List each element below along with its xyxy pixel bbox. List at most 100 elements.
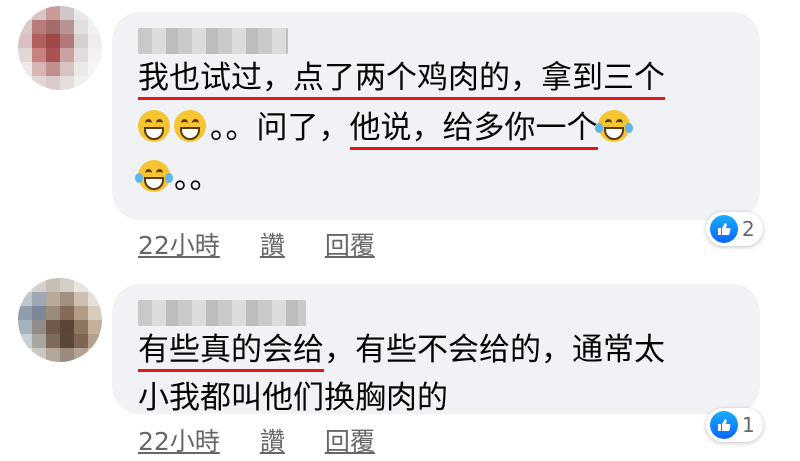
comment-text: 。。问了， [210, 110, 350, 146]
avatar-pixel [32, 320, 46, 334]
avatar-pixel [60, 292, 74, 306]
avatar-pixel [74, 278, 88, 292]
avatar-pixel [74, 20, 88, 34]
avatar-pixel [88, 334, 102, 348]
avatar-pixel [46, 48, 60, 62]
grinning-face-emoji-icon [174, 110, 206, 142]
avatar[interactable] [18, 278, 102, 362]
thumbs-up-icon [710, 411, 738, 439]
avatar-pixel [32, 20, 46, 34]
avatar-pixel [32, 76, 46, 90]
avatar-pixel [46, 62, 60, 76]
avatar-pixel [18, 292, 32, 306]
underlined-text: 有些真的会给 [138, 332, 324, 372]
avatar[interactable] [18, 6, 102, 90]
avatar-pixel [18, 48, 32, 62]
like-button[interactable]: 讚 [260, 422, 285, 458]
avatar-pixel [74, 306, 88, 320]
avatar-pixel [60, 334, 74, 348]
avatar-pixel [88, 348, 102, 362]
avatar-pixel [46, 334, 60, 348]
avatar-pixel [32, 34, 46, 48]
avatar-pixel [74, 34, 88, 48]
avatar-pixel [60, 62, 74, 76]
commenter-name-blurred[interactable] [138, 300, 306, 326]
avatar-pixel [18, 34, 32, 48]
avatar-pixel [18, 62, 32, 76]
avatar-pixel [32, 334, 46, 348]
avatar-pixel [88, 320, 102, 334]
comment-actions: 22小時 讚 回覆 [138, 422, 415, 458]
avatar-pixel [18, 278, 32, 292]
thumbs-up-icon [710, 215, 738, 243]
avatar-pixel [60, 320, 74, 334]
timestamp-link[interactable]: 22小時 [138, 422, 220, 458]
commenter-name-blurred[interactable] [138, 28, 288, 54]
avatar-pixel [18, 76, 32, 90]
avatar-pixel [74, 320, 88, 334]
comment-text-line-2: 小我都叫他们换胸肉的 [138, 378, 448, 418]
avatar-pixel [46, 320, 60, 334]
avatar-pixel [18, 6, 32, 20]
avatar-pixel [88, 292, 102, 306]
avatar-pixel [74, 334, 88, 348]
avatar-pixel [88, 62, 102, 76]
comment-1: 我也试过，点了两个鸡肉的，拿到三个 。。问了，他说，给多你一个 。。 2 22小… [0, 0, 800, 260]
underlined-text: 我也试过，点了两个鸡肉的，拿到三个 [138, 60, 665, 100]
avatar-pixel [18, 320, 32, 334]
avatar-pixel [88, 48, 102, 62]
tears-of-joy-emoji-icon [594, 110, 633, 142]
avatar-pixel [32, 48, 46, 62]
comment-text-line-1: 有些真的会给，有些不会给的，通常太 [138, 330, 665, 372]
avatar-pixel [32, 348, 46, 362]
avatar-pixel [18, 334, 32, 348]
avatar-pixel [60, 306, 74, 320]
grinning-face-emoji-icon [138, 110, 170, 142]
avatar-pixel [46, 306, 60, 320]
avatar-pixel [18, 348, 32, 362]
avatar-pixel [46, 278, 60, 292]
reaction-badge[interactable]: 2 [706, 212, 763, 246]
avatar-pixel [18, 306, 32, 320]
avatar-pixel [46, 292, 60, 306]
avatar-pixel [46, 348, 60, 362]
comment-text-line-1: 我也试过，点了两个鸡肉的，拿到三个 [138, 58, 665, 100]
avatar-pixel [74, 348, 88, 362]
avatar-pixel [32, 278, 46, 292]
avatar-pixel [88, 306, 102, 320]
comment-actions: 22小時 讚 回覆 [138, 226, 415, 262]
avatar-pixel [60, 76, 74, 90]
avatar-pixel [88, 20, 102, 34]
avatar-pixel [60, 48, 74, 62]
timestamp-link[interactable]: 22小時 [138, 226, 220, 262]
comment-bubble: 有些真的会给，有些不会给的，通常太 小我都叫他们换胸肉的 [112, 284, 760, 416]
avatar-pixel [60, 348, 74, 362]
comment-text: ，有些不会给的，通常太 [324, 332, 665, 368]
reaction-count: 2 [742, 217, 755, 241]
avatar-pixel [60, 34, 74, 48]
comment-text-line-2: 。。问了，他说，给多你一个 [138, 108, 634, 150]
avatar-pixel [46, 20, 60, 34]
comment-2: 有些真的会给，有些不会给的，通常太 小我都叫他们换胸肉的 1 22小時 讚 回覆 [0, 272, 800, 461]
avatar-pixel [88, 76, 102, 90]
avatar-pixel [88, 6, 102, 20]
reply-button[interactable]: 回覆 [325, 422, 375, 458]
reaction-badge[interactable]: 1 [706, 408, 763, 442]
tears-of-joy-emoji-icon [135, 160, 173, 192]
reply-button[interactable]: 回覆 [325, 226, 375, 262]
avatar-pixel [32, 292, 46, 306]
avatar-pixel [32, 306, 46, 320]
avatar-pixel [74, 6, 88, 20]
underlined-text: 他说，给多你一个 [349, 110, 598, 150]
comment-text-line-3: 。。 [135, 158, 221, 198]
avatar-pixel [74, 292, 88, 306]
like-button[interactable]: 讚 [260, 226, 285, 262]
comment-bubble: 我也试过，点了两个鸡肉的，拿到三个 。。问了，他说，给多你一个 。。 [112, 12, 760, 220]
avatar-pixel [18, 20, 32, 34]
avatar-pixel [88, 278, 102, 292]
avatar-pixel [60, 6, 74, 20]
reaction-count: 1 [742, 413, 755, 437]
avatar-pixel [32, 62, 46, 76]
avatar-pixel [46, 76, 60, 90]
comment-text: 小我都叫他们换胸肉的 [138, 380, 448, 416]
